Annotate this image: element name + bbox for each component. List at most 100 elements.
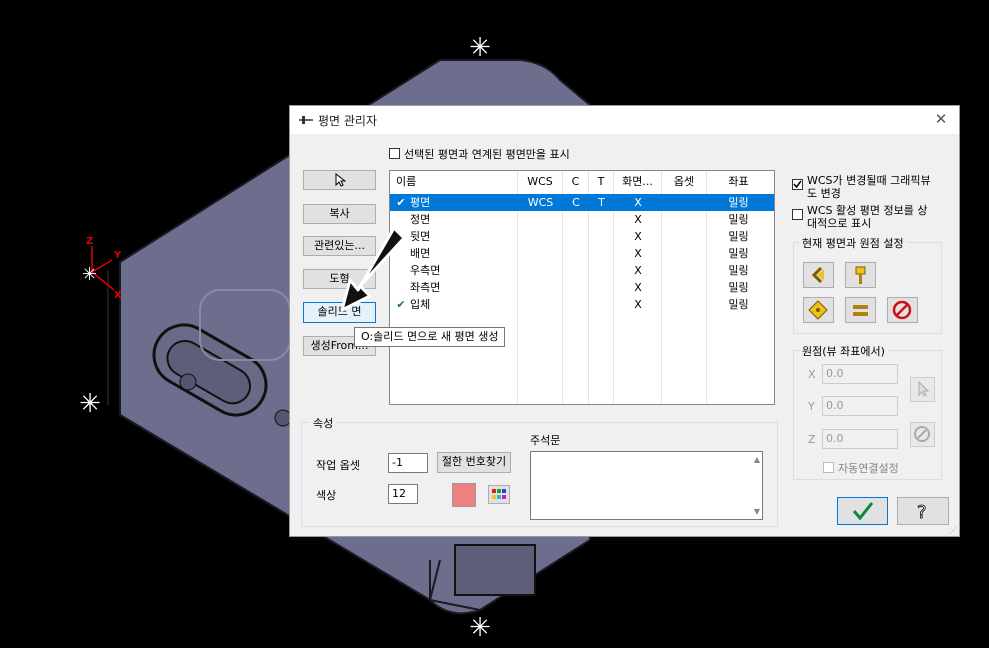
- origin-x-field[interactable]: 0.0: [822, 364, 898, 384]
- no-entry-icon: [914, 426, 930, 442]
- wcs-change-label-2: 도 변경: [807, 187, 841, 200]
- cell-wcs: [518, 279, 563, 296]
- cell-c: [563, 262, 589, 279]
- table-row[interactable]: ✔ 입체 X 밀링: [390, 296, 774, 313]
- show-linked-checkbox[interactable]: [389, 148, 400, 159]
- cell-view: X: [634, 230, 642, 243]
- checkmark-icon: [852, 502, 873, 521]
- work-offset-label: 작업 옵셋: [316, 459, 360, 472]
- cell-name: 입체: [410, 298, 431, 311]
- scroll-up-icon[interactable]: ▲: [754, 455, 760, 464]
- cell-c: [563, 211, 589, 228]
- star-marker-top: ✳: [469, 33, 491, 63]
- cell-offset: [662, 279, 707, 296]
- cell-name: 우측면: [410, 264, 441, 277]
- cell-wcs: [518, 228, 563, 245]
- table-row[interactable]: 우측면 X 밀링: [390, 262, 774, 279]
- work-offset-field[interactable]: -1: [388, 453, 428, 473]
- cell-wcs: [518, 211, 563, 228]
- cell-t: [589, 296, 614, 313]
- origin-group-label: 원점(뷰 좌표에서): [799, 343, 888, 359]
- axis-triad: Z Y X ✳: [82, 236, 122, 301]
- col-header-view[interactable]: 화면...: [614, 171, 662, 193]
- set-all-button[interactable]: [803, 297, 834, 323]
- equals-icon: [853, 305, 868, 316]
- col-header-name[interactable]: 이름: [390, 171, 518, 193]
- cell-wcs: [518, 262, 563, 279]
- properties-group-label: 속성: [310, 415, 337, 431]
- close-button[interactable]: ✕: [931, 109, 951, 129]
- cell-coord: 밀링: [728, 196, 749, 209]
- table-row[interactable]: 뒷면 X 밀링: [390, 228, 774, 245]
- set-tool-plane-button[interactable]: [845, 262, 876, 288]
- table-row[interactable]: 좌측면 X 밀링: [390, 279, 774, 296]
- cell-c: [563, 279, 589, 296]
- pin-icon[interactable]: [298, 114, 314, 126]
- cell-view: X: [634, 298, 642, 311]
- col-header-offset[interactable]: 옵셋: [662, 171, 707, 193]
- clear-button[interactable]: [887, 297, 918, 323]
- cell-view: X: [634, 196, 642, 209]
- wcs-change-checkbox[interactable]: [792, 179, 803, 190]
- palette-icon: [492, 489, 506, 499]
- cell-offset: [662, 296, 707, 313]
- auto-link-checkbox[interactable]: [823, 462, 834, 473]
- cell-coord: 밀링: [728, 298, 749, 311]
- cell-name: 좌측면: [410, 281, 441, 294]
- pick-origin-button[interactable]: [910, 377, 935, 402]
- show-linked-label: 선택된 평면과 연계된 평면만을 표시: [404, 148, 570, 161]
- origin-y-field[interactable]: 0.0: [822, 396, 898, 416]
- resize-grip-icon[interactable]: ⋰: [949, 526, 957, 535]
- x-label: X: [808, 368, 816, 381]
- title-bar: 평면 관리자 ✕: [290, 106, 959, 134]
- solid-face-tooltip: O:솔리드 면으로 새 평면 생성: [354, 327, 506, 347]
- cell-wcs: [518, 296, 563, 313]
- clear-origin-button[interactable]: [910, 422, 935, 447]
- svg-text:Y: Y: [113, 250, 122, 261]
- svg-text:Z: Z: [86, 236, 93, 247]
- cell-t: [589, 211, 614, 228]
- cell-coord: 밀링: [728, 264, 749, 277]
- ok-button[interactable]: [837, 497, 888, 525]
- table-row[interactable]: ✔ 평면 WCS C T X 밀링: [390, 194, 774, 211]
- tool-icon: [855, 266, 866, 284]
- cursor-arrow-icon: [335, 172, 346, 187]
- svg-text:?: ?: [917, 502, 927, 522]
- col-header-t[interactable]: T: [589, 171, 614, 193]
- color-palette-button[interactable]: [488, 485, 510, 504]
- color-swatch[interactable]: [452, 483, 476, 507]
- cell-offset: [662, 245, 707, 262]
- table-row[interactable]: 정면 X 밀링: [390, 211, 774, 228]
- diamond-icon: [808, 300, 828, 320]
- cell-view: X: [634, 281, 642, 294]
- cell-t: [589, 228, 614, 245]
- origin-z-field[interactable]: 0.0: [822, 429, 898, 449]
- copy-button[interactable]: 복사: [303, 204, 376, 224]
- cell-view: X: [634, 264, 642, 277]
- color-number-field[interactable]: 12: [388, 484, 418, 504]
- cell-offset: [662, 228, 707, 245]
- col-header-wcs[interactable]: WCS: [518, 171, 563, 193]
- cell-coord: 밀링: [728, 213, 749, 226]
- set-wcs-button[interactable]: [803, 262, 834, 288]
- comment-textarea[interactable]: ▲ ▼: [530, 451, 763, 520]
- col-header-c[interactable]: C: [563, 171, 589, 193]
- table-row[interactable]: 배면 X 밀링: [390, 245, 774, 262]
- svg-text:✳: ✳: [82, 264, 97, 285]
- wcs-relative-checkbox[interactable]: [792, 209, 803, 220]
- select-button[interactable]: [303, 170, 376, 190]
- col-header-coord[interactable]: 좌표: [707, 171, 770, 193]
- find-number-button[interactable]: 절한 번호찾기: [437, 452, 511, 473]
- star-marker-bottom: ✳: [469, 613, 491, 643]
- cell-offset: [662, 211, 707, 228]
- equal-planes-button[interactable]: [845, 297, 876, 323]
- cell-coord: 밀링: [728, 247, 749, 260]
- check-icon: ✔: [396, 196, 406, 209]
- current-plane-group-label: 현재 평면과 원점 설정: [799, 235, 907, 251]
- z-label: Z: [808, 433, 816, 446]
- auto-link-label: 자동연결설정: [838, 462, 899, 475]
- plane-list[interactable]: 이름 WCS C T 화면... 옵셋 좌표 ✔ 평면 WCS C T X 밀링 정면 X 밀링 뒷…: [389, 170, 775, 405]
- help-button[interactable]: ?: [897, 497, 949, 525]
- star-marker-left: ✳: [79, 389, 101, 419]
- scroll-down-icon[interactable]: ▼: [754, 507, 760, 516]
